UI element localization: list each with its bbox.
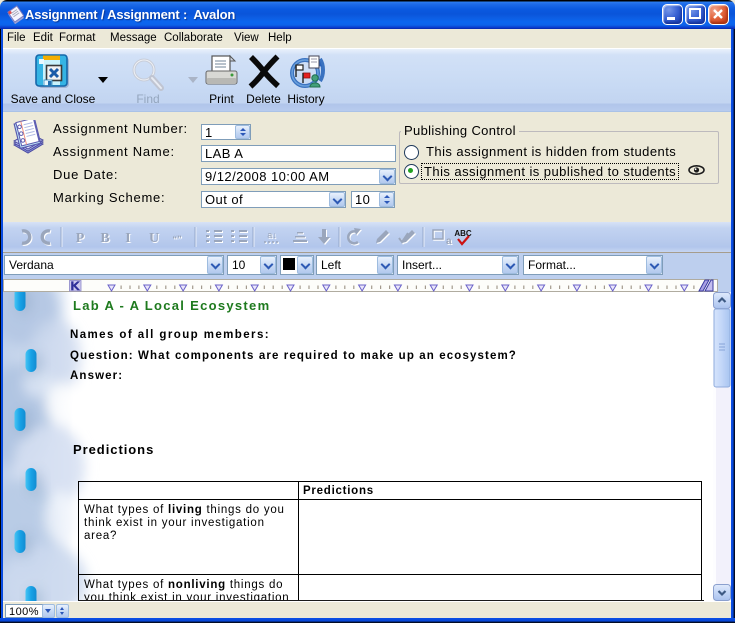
svg-text:I: I: [125, 231, 130, 246]
svg-text:a↓: a↓: [267, 230, 277, 240]
svg-text:P: P: [76, 231, 85, 246]
svg-text:“”: “”: [173, 234, 183, 244]
svg-text:U: U: [149, 231, 159, 246]
svg-text:B: B: [100, 231, 109, 246]
svg-text:a: a: [446, 236, 452, 247]
